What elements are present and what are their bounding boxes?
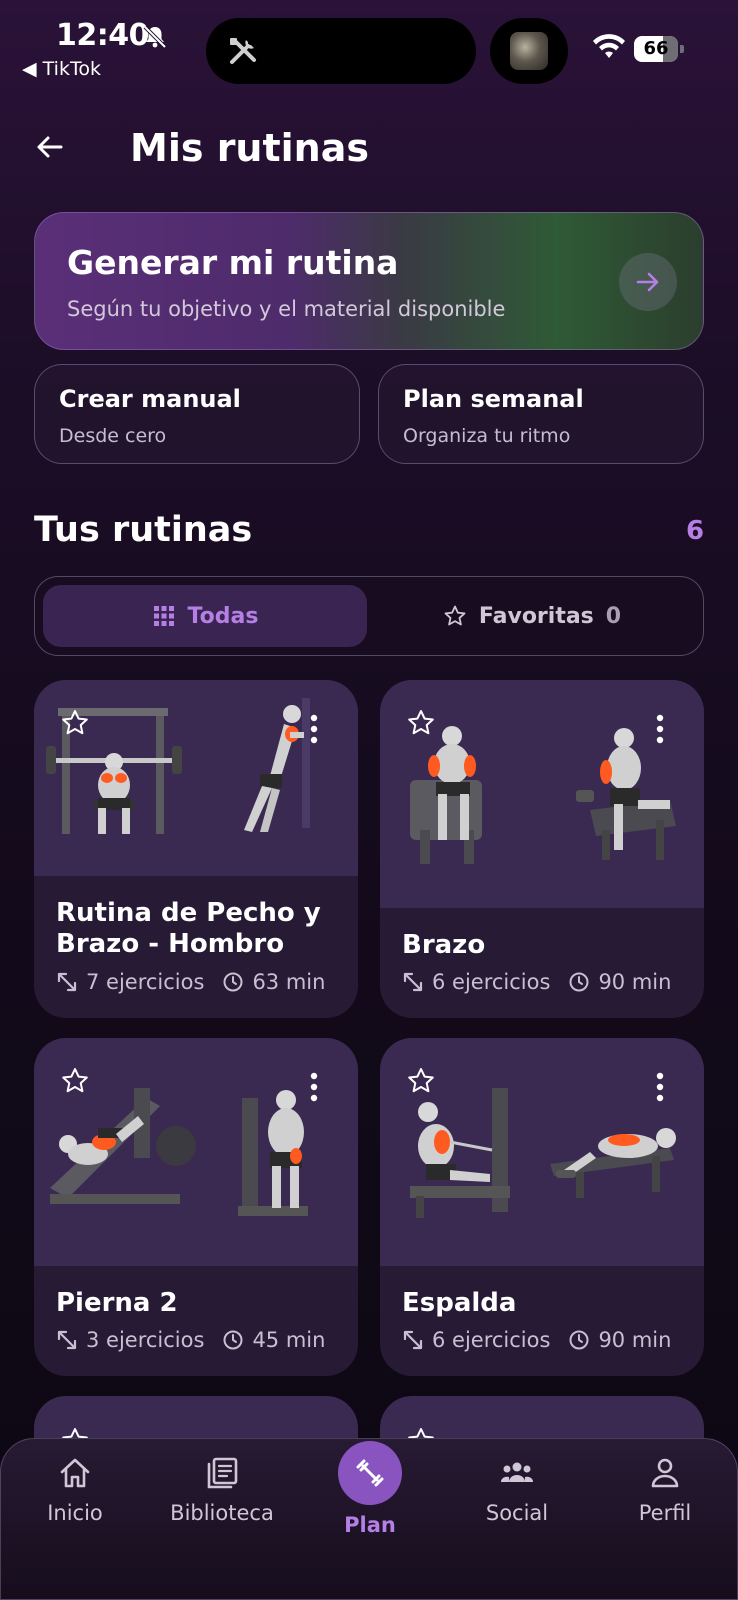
expand-arrows-icon <box>403 1330 423 1350</box>
tools-icon <box>230 38 256 64</box>
nav-label: Biblioteca <box>170 1501 274 1525</box>
person-icon <box>651 1458 679 1488</box>
routine-exercises: 6 ejercicios <box>432 1328 551 1352</box>
weekly-plan-subtitle: Organiza tu ritmo <box>403 425 571 447</box>
page-title: Mis rutinas <box>130 126 369 170</box>
expand-arrows-icon <box>57 1330 77 1350</box>
routine-duration: 45 min <box>252 1328 326 1352</box>
dumbbell-icon <box>356 1459 384 1487</box>
routine-card[interactable]: Espalda 6 ejercicios 90 min <box>380 1038 704 1376</box>
generate-go-button[interactable] <box>619 253 677 311</box>
generate-routine-card[interactable]: Generar mi rutina Según tu objetivo y el… <box>34 212 704 350</box>
back-to-app-link[interactable]: ◀ TikTok <box>22 58 101 80</box>
star-outline-icon <box>444 605 466 626</box>
bottom-nav: Inicio Biblioteca Plan Social Perfil <box>0 1438 738 1600</box>
clock-icon <box>569 972 589 992</box>
clock-icon <box>569 1330 589 1350</box>
routine-count: 6 <box>686 516 705 546</box>
routine-meta: 7 ejercicios 63 min <box>56 970 325 994</box>
bell-muted-icon <box>143 25 167 49</box>
plan-active-circle <box>338 1441 402 1505</box>
routine-card[interactable]: Brazo 6 ejercicios 90 min <box>380 680 704 1018</box>
dynamic-island <box>206 18 476 84</box>
routine-name: Rutina de Pecho y Brazo - Hombro <box>56 898 321 959</box>
section-title: Tus rutinas <box>34 510 253 550</box>
filter-tab-all[interactable]: Todas <box>43 585 367 647</box>
weekly-plan-card[interactable]: Plan semanal Organiza tu ritmo <box>378 364 704 464</box>
routine-name: Pierna 2 <box>56 1288 178 1318</box>
routine-exercises: 6 ejercicios <box>432 970 551 994</box>
routine-duration: 90 min <box>598 1328 672 1352</box>
media-thumbnail <box>510 32 548 70</box>
nav-label: Perfil <box>638 1501 692 1525</box>
filter-fav-count: 0 <box>605 603 622 629</box>
filter-all-label: Todas <box>187 603 259 629</box>
filter-fav-label: Favoritas <box>478 603 594 629</box>
more-options-icon[interactable] <box>310 714 318 744</box>
routine-meta: 3 ejercicios 45 min <box>56 1328 325 1352</box>
favorite-star-icon[interactable] <box>60 708 90 738</box>
generate-subtitle: Según tu objetivo y el material disponib… <box>67 297 506 321</box>
more-options-icon[interactable] <box>310 1072 318 1102</box>
library-icon <box>207 1457 238 1489</box>
expand-arrows-icon <box>403 972 423 992</box>
clock-icon <box>223 972 243 992</box>
nav-label: Social <box>485 1501 549 1525</box>
routine-card[interactable]: Pierna 2 3 ejercicios 45 min <box>34 1038 358 1376</box>
favorite-star-icon[interactable] <box>406 708 436 738</box>
favorite-star-icon[interactable] <box>406 1066 436 1096</box>
battery-level: 66 <box>643 38 669 59</box>
create-manual-subtitle: Desde cero <box>59 425 167 447</box>
routine-meta: 6 ejercicios 90 min <box>402 970 671 994</box>
group-icon <box>500 1462 534 1482</box>
grid-icon <box>153 606 174 626</box>
create-manual-title: Crear manual <box>59 385 241 413</box>
expand-arrows-icon <box>57 972 77 992</box>
filter-tab-favorites[interactable]: Favoritas 0 <box>369 585 695 647</box>
routine-duration: 90 min <box>598 970 672 994</box>
favorite-star-icon[interactable] <box>60 1066 90 1096</box>
create-manual-card[interactable]: Crear manual Desde cero <box>34 364 360 464</box>
generate-title: Generar mi rutina <box>67 243 399 282</box>
nav-label: Plan <box>344 1513 396 1537</box>
status-time: 12:40 <box>56 18 150 53</box>
weekly-plan-title: Plan semanal <box>403 385 584 413</box>
clock-icon <box>223 1330 243 1350</box>
back-arrow-icon[interactable] <box>34 132 64 162</box>
battery-indicator: 66 <box>634 36 684 62</box>
routine-name: Espalda <box>402 1288 517 1318</box>
routine-exercises: 7 ejercicios <box>86 970 205 994</box>
nav-label: Inicio <box>47 1501 103 1525</box>
home-icon <box>60 1458 90 1488</box>
arrow-right-icon <box>636 272 659 292</box>
filter-bar: Todas Favoritas 0 <box>34 576 704 656</box>
routine-meta: 6 ejercicios 90 min <box>402 1328 671 1352</box>
media-island <box>490 18 568 84</box>
more-options-icon[interactable] <box>656 1072 664 1102</box>
routine-card[interactable]: Rutina de Pecho y Brazo - Hombro 7 ejerc… <box>34 680 358 1018</box>
routine-duration: 63 min <box>252 970 326 994</box>
more-options-icon[interactable] <box>656 714 664 744</box>
status-bar: 12:40 ◀ TikTok 66 <box>0 0 738 90</box>
routine-exercises: 3 ejercicios <box>86 1328 205 1352</box>
routine-name: Brazo <box>402 930 486 960</box>
wifi-icon <box>593 34 625 58</box>
